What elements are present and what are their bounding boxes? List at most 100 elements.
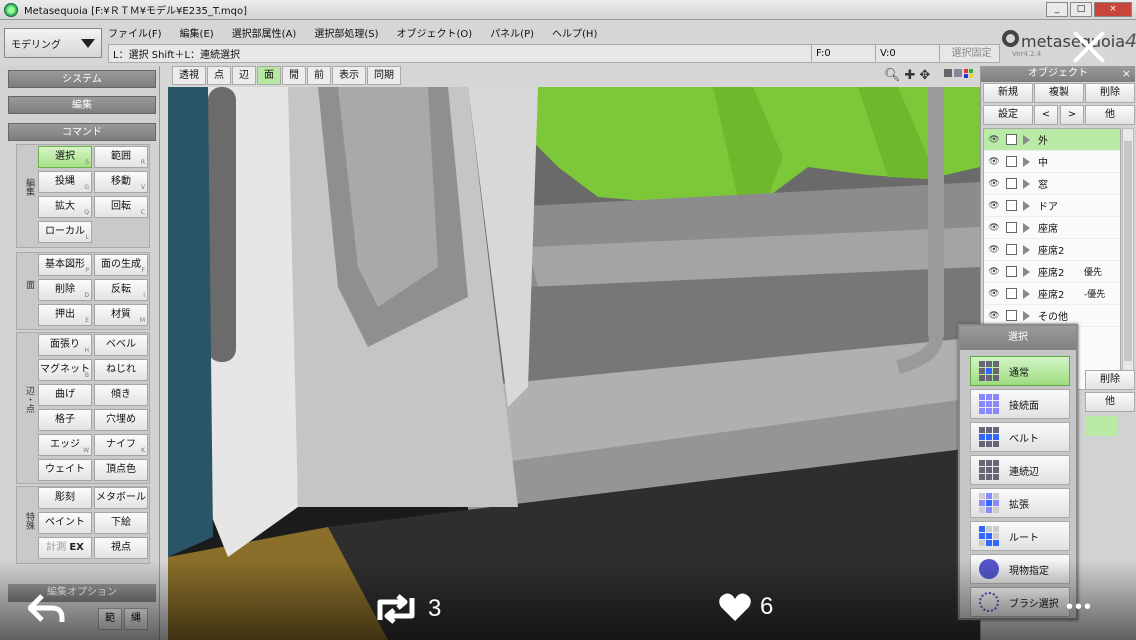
- lock-checkbox[interactable]: [1006, 200, 1017, 211]
- view-layout-icon[interactable]: [944, 68, 976, 80]
- select-object-option[interactable]: 現物指定: [970, 554, 1070, 584]
- select-brush-option[interactable]: ブラシ選択: [970, 587, 1070, 617]
- front-toggle[interactable]: 前: [307, 66, 331, 85]
- object-panel-close-icon[interactable]: ×: [1122, 66, 1131, 82]
- bevel-button[interactable]: ベベル: [94, 334, 148, 356]
- underlay-button[interactable]: 下絵: [94, 512, 148, 534]
- knife-button[interactable]: ナイフ K: [94, 434, 148, 456]
- more-options-icon[interactable]: •••: [1066, 596, 1093, 619]
- fill-hole-button[interactable]: 穴埋め: [94, 409, 148, 431]
- menu-edit[interactable]: 編集(E): [180, 25, 214, 40]
- select-normal-option[interactable]: 通常: [970, 356, 1070, 386]
- list-item[interactable]: 👁 座席2 優先: [984, 261, 1120, 283]
- menu-file[interactable]: ファイル(F): [108, 25, 162, 40]
- next-object-button[interactable]: >: [1060, 105, 1084, 125]
- visibility-eye-icon[interactable]: 👁: [984, 311, 1004, 321]
- face-mode-toggle[interactable]: 面: [257, 66, 281, 85]
- expand-triangle-icon[interactable]: [1023, 200, 1030, 211]
- local-button[interactable]: ローカル L: [38, 221, 92, 243]
- rotate-view-icon[interactable]: ✥: [919, 68, 930, 83]
- object-other-button[interactable]: 他: [1085, 105, 1135, 125]
- edge-button[interactable]: エッジ W: [38, 434, 92, 456]
- select-button[interactable]: 選択 S: [38, 146, 92, 168]
- visibility-eye-icon[interactable]: 👁: [984, 201, 1004, 211]
- lattice-button[interactable]: 格子: [38, 409, 92, 431]
- panel-edit[interactable]: 編集: [8, 96, 156, 114]
- measure-button[interactable]: 計測 EX: [38, 537, 92, 559]
- reply-icon[interactable]: [28, 594, 66, 624]
- visibility-eye-icon[interactable]: 👁: [984, 135, 1004, 145]
- minimize-button[interactable]: _: [1046, 2, 1068, 17]
- mode-dropdown[interactable]: モデリング: [4, 28, 102, 58]
- visibility-eye-icon[interactable]: 👁: [984, 157, 1004, 167]
- delete-object-button[interactable]: 削除: [1085, 83, 1135, 103]
- retweet-button[interactable]: 3: [372, 594, 441, 624]
- menu-selection-attr[interactable]: 選択部属性(A): [232, 25, 297, 40]
- expand-triangle-icon[interactable]: [1023, 156, 1030, 167]
- vertex-color-button[interactable]: 頂点色: [94, 459, 148, 481]
- extrude-button[interactable]: 押出 E: [38, 304, 92, 326]
- like-button[interactable]: 6: [718, 592, 773, 622]
- tilt-button[interactable]: 傾き: [94, 384, 148, 406]
- lock-checkbox[interactable]: [1006, 244, 1017, 255]
- expand-triangle-icon[interactable]: [1023, 222, 1030, 233]
- weight-button[interactable]: ウェイト: [38, 459, 92, 481]
- list-item[interactable]: 👁 座席2 -優先: [984, 283, 1120, 305]
- lock-checkbox[interactable]: [1006, 134, 1017, 145]
- lock-checkbox[interactable]: [1006, 266, 1017, 277]
- new-object-button[interactable]: 新規: [983, 83, 1033, 103]
- select-connected-face-option[interactable]: 接続面: [970, 389, 1070, 419]
- list-item[interactable]: 👁 座席: [984, 217, 1120, 239]
- menu-selection-proc[interactable]: 選択部処理(S): [314, 25, 378, 40]
- lock-checkbox[interactable]: [1006, 178, 1017, 189]
- lower-other-button[interactable]: 他: [1085, 392, 1135, 412]
- lock-checkbox[interactable]: [1006, 288, 1017, 299]
- select-belt-option[interactable]: ベルト: [970, 422, 1070, 452]
- prev-object-button[interactable]: <: [1034, 105, 1058, 125]
- material-button[interactable]: 材質 M: [94, 304, 148, 326]
- expand-triangle-icon[interactable]: [1023, 244, 1030, 255]
- display-button[interactable]: 表示: [332, 66, 366, 85]
- expand-triangle-icon[interactable]: [1023, 266, 1030, 277]
- list-item[interactable]: 👁 中: [984, 151, 1120, 173]
- delete-button[interactable]: 削除 D: [38, 279, 92, 301]
- menu-help[interactable]: ヘルプ(H): [552, 25, 597, 40]
- visibility-eye-icon[interactable]: 👁: [984, 179, 1004, 189]
- panel-command[interactable]: コマンド: [8, 123, 156, 141]
- select-fix-button[interactable]: 選択固定: [939, 45, 999, 62]
- sculpt-button[interactable]: 彫刻: [38, 487, 92, 509]
- list-item[interactable]: 👁 外: [984, 129, 1120, 151]
- visibility-eye-icon[interactable]: 👁: [984, 289, 1004, 299]
- select-expand-option[interactable]: 拡張: [970, 488, 1070, 518]
- object-list-scrollbar[interactable]: [1122, 128, 1134, 390]
- face-stretch-button[interactable]: 面張り H: [38, 334, 92, 356]
- maximize-button[interactable]: □: [1070, 2, 1092, 17]
- panel-system[interactable]: システム: [8, 70, 156, 88]
- lock-checkbox[interactable]: [1006, 156, 1017, 167]
- metaball-button[interactable]: メタボール: [94, 487, 148, 509]
- expand-triangle-icon[interactable]: [1023, 178, 1030, 189]
- zoom-icon[interactable]: 🔍︎: [884, 68, 901, 83]
- option-range-toggle[interactable]: 範: [98, 608, 122, 630]
- lock-checkbox[interactable]: [1006, 310, 1017, 321]
- expand-triangle-icon[interactable]: [1023, 310, 1030, 321]
- sync-toggle[interactable]: 同期: [367, 66, 401, 85]
- lock-checkbox[interactable]: [1006, 222, 1017, 233]
- list-item[interactable]: 👁 ドア: [984, 195, 1120, 217]
- select-continuous-edge-option[interactable]: 連続辺: [970, 455, 1070, 485]
- pan-icon[interactable]: ✚: [905, 68, 916, 83]
- list-item[interactable]: 👁 窓: [984, 173, 1120, 195]
- flip-button[interactable]: 反転 I: [94, 279, 148, 301]
- viewpoint-button[interactable]: 視点: [94, 537, 148, 559]
- object-settings-button[interactable]: 設定: [983, 105, 1033, 125]
- list-item[interactable]: 👁 座席2: [984, 239, 1120, 261]
- gap-toggle[interactable]: 閒: [282, 66, 306, 85]
- twist-button[interactable]: ねじれ: [94, 359, 148, 381]
- vertex-mode-toggle[interactable]: 点: [207, 66, 231, 85]
- lower-delete-button[interactable]: 削除: [1085, 370, 1135, 390]
- lasso-button[interactable]: 投縄 G: [38, 171, 92, 193]
- visibility-eye-icon[interactable]: 👁: [984, 223, 1004, 233]
- expand-triangle-icon[interactable]: [1023, 134, 1030, 145]
- duplicate-object-button[interactable]: 複製: [1034, 83, 1084, 103]
- close-viewer-icon[interactable]: [1070, 28, 1106, 64]
